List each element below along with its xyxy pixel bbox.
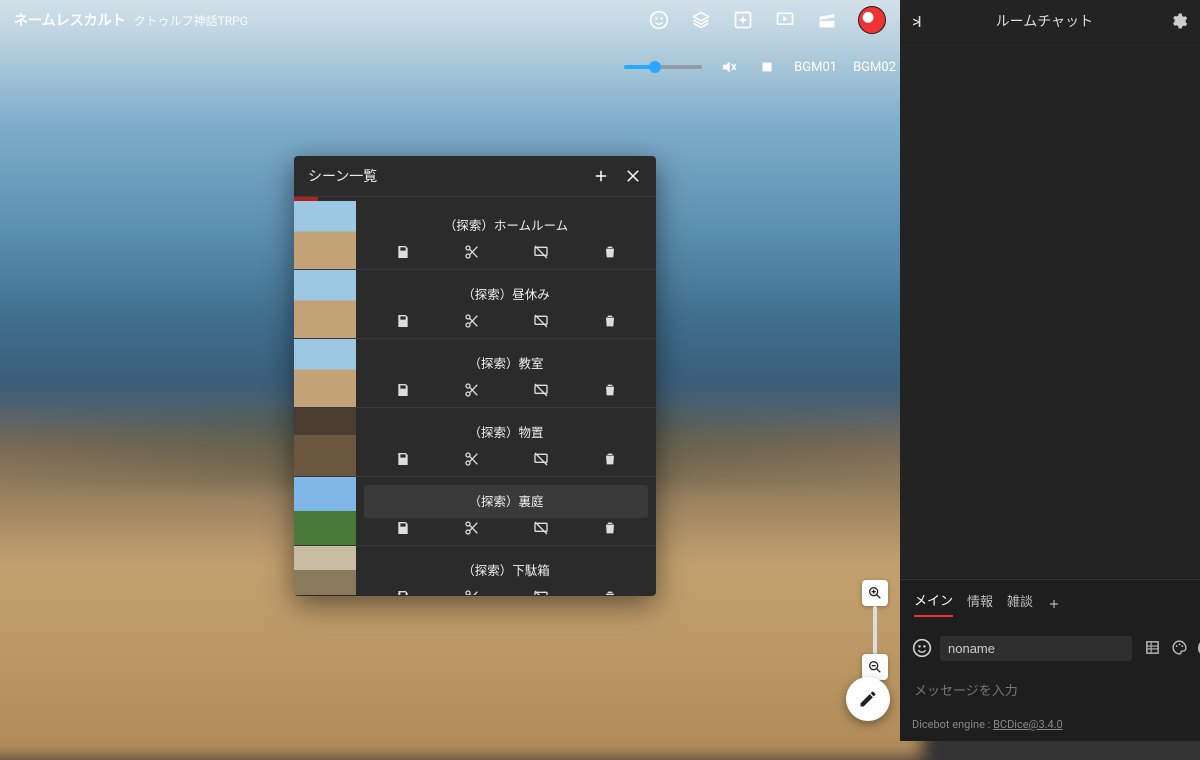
cut-icon[interactable]: [464, 589, 480, 596]
scene-item[interactable]: （探索）裏庭: [294, 477, 656, 546]
screen-icon[interactable]: [774, 9, 796, 31]
cut-icon[interactable]: [464, 244, 480, 260]
save-icon[interactable]: [395, 382, 411, 398]
zoom-control: [862, 580, 888, 680]
cut-icon[interactable]: [464, 382, 480, 398]
message-input[interactable]: [912, 677, 1188, 704]
chat-tabs: メイン 情報 雑談: [900, 579, 1200, 623]
save-icon[interactable]: [395, 313, 411, 329]
layers-icon[interactable]: [690, 9, 712, 31]
audio-bar: BGM01 BGM02: [624, 56, 896, 78]
volume-slider[interactable]: [624, 65, 702, 69]
gear-icon[interactable]: [1170, 12, 1188, 30]
delete-icon[interactable]: [602, 520, 618, 536]
room-title: ネームレスカルト: [14, 10, 126, 30]
character-icon[interactable]: [648, 9, 670, 31]
scene-item[interactable]: （探索）昼休み: [294, 270, 656, 339]
scene-title[interactable]: （探索）昼休み: [364, 278, 648, 311]
scene-item[interactable]: （探索）下駄箱: [294, 546, 656, 595]
scene-title[interactable]: （探索）下駄箱: [364, 554, 648, 587]
delete-icon[interactable]: [602, 244, 618, 260]
palette-icon[interactable]: [1171, 639, 1188, 656]
scene-panel-header[interactable]: シーン一覧: [294, 156, 656, 197]
edit-fab[interactable]: [846, 677, 890, 721]
zoom-in-button[interactable]: [862, 580, 888, 606]
cut-icon[interactable]: [464, 451, 480, 467]
scene-item[interactable]: （探索）教室: [294, 339, 656, 408]
close-icon[interactable]: [624, 167, 642, 185]
scene-thumbnail[interactable]: [294, 201, 356, 269]
bgm-track-2[interactable]: BGM02: [853, 60, 896, 75]
add-scene-icon[interactable]: [592, 167, 610, 185]
add-tab-icon[interactable]: [1047, 597, 1061, 611]
scene-title[interactable]: （探索）裏庭: [364, 485, 648, 518]
save-icon[interactable]: [395, 589, 411, 596]
scene-title[interactable]: （探索）ホームルーム: [364, 209, 648, 242]
delete-icon[interactable]: [602, 451, 618, 467]
chat-log[interactable]: [900, 43, 1200, 578]
scene-thumbnail[interactable]: [294, 408, 356, 476]
hide-icon[interactable]: [533, 451, 549, 467]
cut-icon[interactable]: [464, 520, 480, 536]
cut-icon[interactable]: [464, 313, 480, 329]
hide-icon[interactable]: [533, 244, 549, 260]
scene-list[interactable]: （探索）ホームルーム （探索）昼休み （探索）教室: [294, 197, 656, 595]
scene-item[interactable]: （探索）ホームルーム: [294, 201, 656, 270]
save-icon[interactable]: [395, 451, 411, 467]
scene-thumbnail[interactable]: [294, 270, 356, 338]
add-panel-icon[interactable]: [732, 9, 754, 31]
hide-icon[interactable]: [533, 313, 549, 329]
scene-thumbnail[interactable]: [294, 546, 356, 595]
scene-clapper-icon[interactable]: [816, 9, 838, 31]
hide-icon[interactable]: [533, 589, 549, 596]
top-bar: ネームレスカルト クトゥルフ神話TRPG: [0, 0, 900, 40]
hide-icon[interactable]: [533, 520, 549, 536]
scene-item[interactable]: （探索）物置: [294, 408, 656, 477]
dicebot-engine-label: Dicebot engine : BCDice@3.4.0: [900, 712, 1200, 741]
speaker-name-input[interactable]: [940, 636, 1132, 661]
chat-title: ルームチャット: [919, 11, 1170, 31]
tab-main[interactable]: メイン: [914, 590, 953, 617]
delete-icon[interactable]: [602, 589, 618, 596]
hide-icon[interactable]: [533, 382, 549, 398]
zoom-slider[interactable]: [873, 606, 877, 654]
delete-icon[interactable]: [602, 313, 618, 329]
collapse-sidebar-icon[interactable]: >I: [912, 12, 919, 31]
tab-misc[interactable]: 雑談: [1007, 591, 1033, 616]
sheet-icon[interactable]: [1144, 639, 1161, 656]
delete-icon[interactable]: [602, 382, 618, 398]
scene-title[interactable]: （探索）教室: [364, 347, 648, 380]
speaker-avatar-icon[interactable]: [912, 637, 932, 659]
dicebot-link[interactable]: BCDice@3.4.0: [993, 718, 1063, 731]
mute-icon[interactable]: [718, 56, 740, 78]
stop-icon[interactable]: [756, 56, 778, 78]
scene-thumbnail[interactable]: [294, 477, 356, 545]
scene-title[interactable]: （探索）物置: [364, 416, 648, 449]
scene-list-panel: シーン一覧 （探索）ホームルーム （探索）昼休み: [294, 156, 656, 596]
bgm-track-1[interactable]: BGM01: [794, 60, 837, 75]
chat-sidebar: >I ルームチャット メイン 情報 雑談 ? 送信 Dicebot engine…: [900, 0, 1200, 741]
user-avatar[interactable]: [858, 6, 886, 34]
scene-panel-title: シーン一覧: [308, 166, 377, 186]
tab-info[interactable]: 情報: [967, 591, 993, 616]
save-icon[interactable]: [395, 520, 411, 536]
scene-thumbnail[interactable]: [294, 339, 356, 407]
save-icon[interactable]: [395, 244, 411, 260]
system-name: クトゥルフ神話TRPG: [134, 12, 248, 29]
